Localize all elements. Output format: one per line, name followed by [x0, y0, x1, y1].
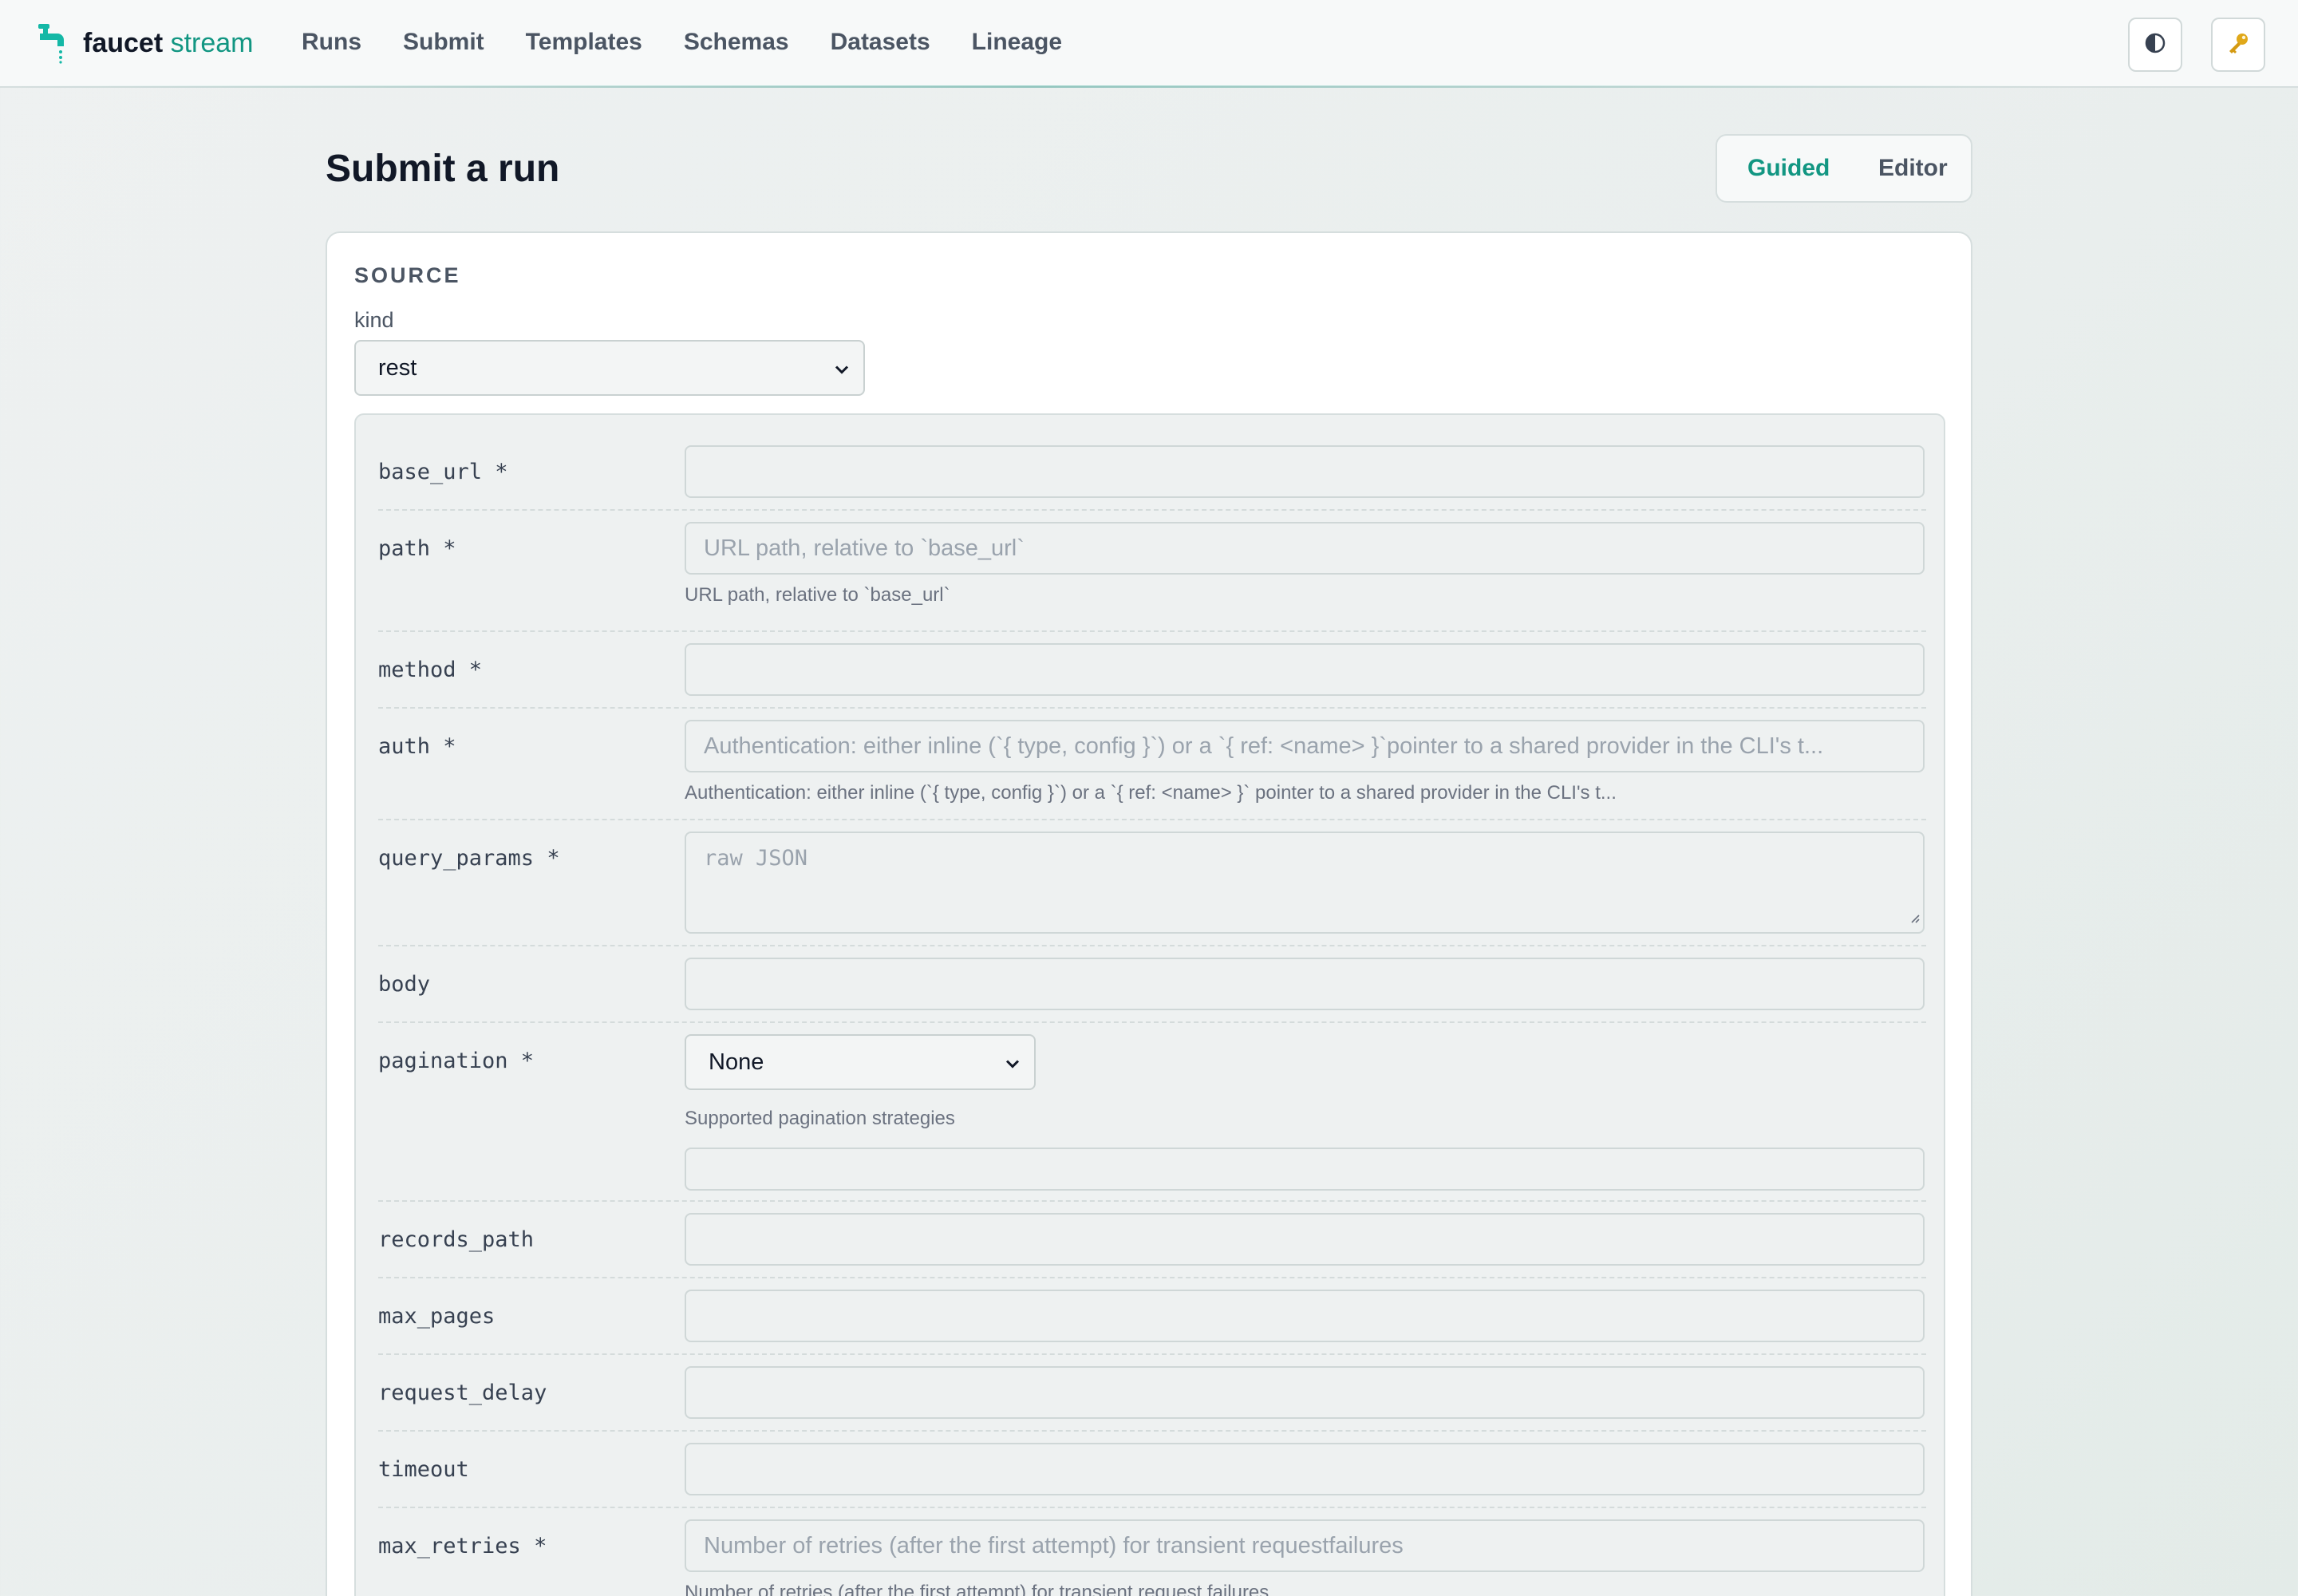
field-label-request-delay: request_delay: [378, 1381, 547, 1405]
request-delay-input[interactable]: [685, 1366, 1925, 1419]
kind-select-value: rest: [378, 354, 417, 381]
chevron-down-icon: [835, 355, 849, 381]
chevron-down-icon: [1005, 1049, 1020, 1076]
field-label-path: path *: [378, 536, 456, 561]
method-input[interactable]: [685, 643, 1925, 696]
field-label-body: body: [378, 972, 431, 997]
nav-runs[interactable]: Runs: [302, 29, 361, 56]
source-card: SOURCE kind rest base_url * path * URL p…: [326, 231, 1972, 1596]
field-label-timeout: timeout: [378, 1457, 469, 1482]
half-circle-contrast-icon: [2145, 33, 2166, 57]
kind-label: kind: [354, 308, 394, 332]
pagination-select-value: None: [709, 1049, 764, 1075]
nav-submit[interactable]: Submit: [403, 29, 484, 56]
pagination-select[interactable]: None: [685, 1034, 1036, 1090]
field-row-max-retries: max_retries * Number of retries (after t…: [378, 1508, 1926, 1596]
field-row-query-params: query_params * raw JSON: [378, 820, 1926, 946]
main-nav: Runs Submit Templates Schemas Datasets L…: [302, 29, 1104, 56]
body-input[interactable]: [685, 958, 1925, 1010]
field-label-auth: auth *: [378, 734, 456, 759]
max-retries-help-text: Number of retries (after the first attem…: [685, 1582, 1269, 1596]
field-row-max-pages: max_pages: [378, 1278, 1926, 1355]
resize-handle-icon[interactable]: [1909, 904, 1920, 929]
max-pages-input[interactable]: [685, 1290, 1925, 1342]
mode-toggle: Guided Editor: [1716, 134, 1972, 203]
timeout-input[interactable]: [685, 1443, 1925, 1495]
query-params-placeholder: raw JSON: [704, 846, 808, 871]
records-path-input[interactable]: [685, 1213, 1925, 1266]
base-url-input[interactable]: [685, 445, 1925, 498]
nav-lineage[interactable]: Lineage: [972, 29, 1062, 56]
mode-guided-tab[interactable]: Guided: [1747, 155, 1830, 182]
field-row-auth: auth * Authentication: either inline (`{…: [378, 709, 1926, 820]
mode-editor-tab[interactable]: Editor: [1878, 155, 1948, 182]
nav-datasets[interactable]: Datasets: [831, 29, 930, 56]
field-label-max-pages: max_pages: [378, 1304, 496, 1329]
pagination-help-text: Supported pagination strategies: [685, 1108, 955, 1129]
section-title: SOURCE: [354, 263, 461, 287]
brand-name: faucet stream: [83, 28, 254, 59]
page-title: Submit a run: [326, 148, 560, 190]
field-row-timeout: timeout: [378, 1432, 1926, 1508]
api-key-button[interactable]: [2211, 18, 2265, 72]
brand-name-accent: stream: [170, 27, 254, 58]
field-row-base-url: base_url *: [378, 445, 1926, 511]
auth-help-text: Authentication: either inline (`{ type, …: [685, 782, 1617, 804]
faucet-logo-icon: [37, 22, 69, 64]
field-row-pagination: pagination * None Supported pagination s…: [378, 1023, 1926, 1202]
path-help-text: URL path, relative to `base_url`: [685, 584, 950, 606]
pagination-extra-input[interactable]: [685, 1148, 1925, 1191]
field-row-method: method *: [378, 632, 1926, 709]
brand-name-bold: faucet: [83, 27, 164, 58]
source-fields-panel: base_url * path * URL path, relative to …: [354, 413, 1945, 1596]
nav-templates[interactable]: Templates: [526, 29, 642, 56]
query-params-textarea[interactable]: raw JSON: [685, 832, 1925, 934]
theme-toggle-button[interactable]: [2128, 18, 2182, 72]
field-row-body: body: [378, 946, 1926, 1023]
field-row-path: path * URL path, relative to `base_url` …: [378, 522, 1926, 632]
auth-input[interactable]: Authentication: either inline (`{ type, …: [685, 720, 1925, 772]
field-row-records-path: records_path: [378, 1202, 1926, 1278]
field-label-method: method *: [378, 658, 483, 682]
field-label-records-path: records_path: [378, 1227, 535, 1252]
kind-select[interactable]: rest: [354, 340, 865, 396]
field-label-query-params: query_params *: [378, 846, 560, 871]
key-icon: [2225, 30, 2251, 60]
path-input[interactable]: URL path, relative to `base_url`: [685, 522, 1925, 575]
nav-schemas[interactable]: Schemas: [684, 29, 789, 56]
max-retries-input[interactable]: Number of retries (after the first attem…: [685, 1519, 1925, 1572]
field-row-request-delay: request_delay: [378, 1355, 1926, 1432]
field-label-base-url: base_url *: [378, 460, 508, 484]
field-label-pagination: pagination *: [378, 1049, 535, 1073]
top-nav: faucet stream Runs Submit Templates Sche…: [0, 0, 2298, 88]
field-label-max-retries: max_retries *: [378, 1534, 547, 1558]
brand[interactable]: faucet stream: [37, 22, 254, 64]
